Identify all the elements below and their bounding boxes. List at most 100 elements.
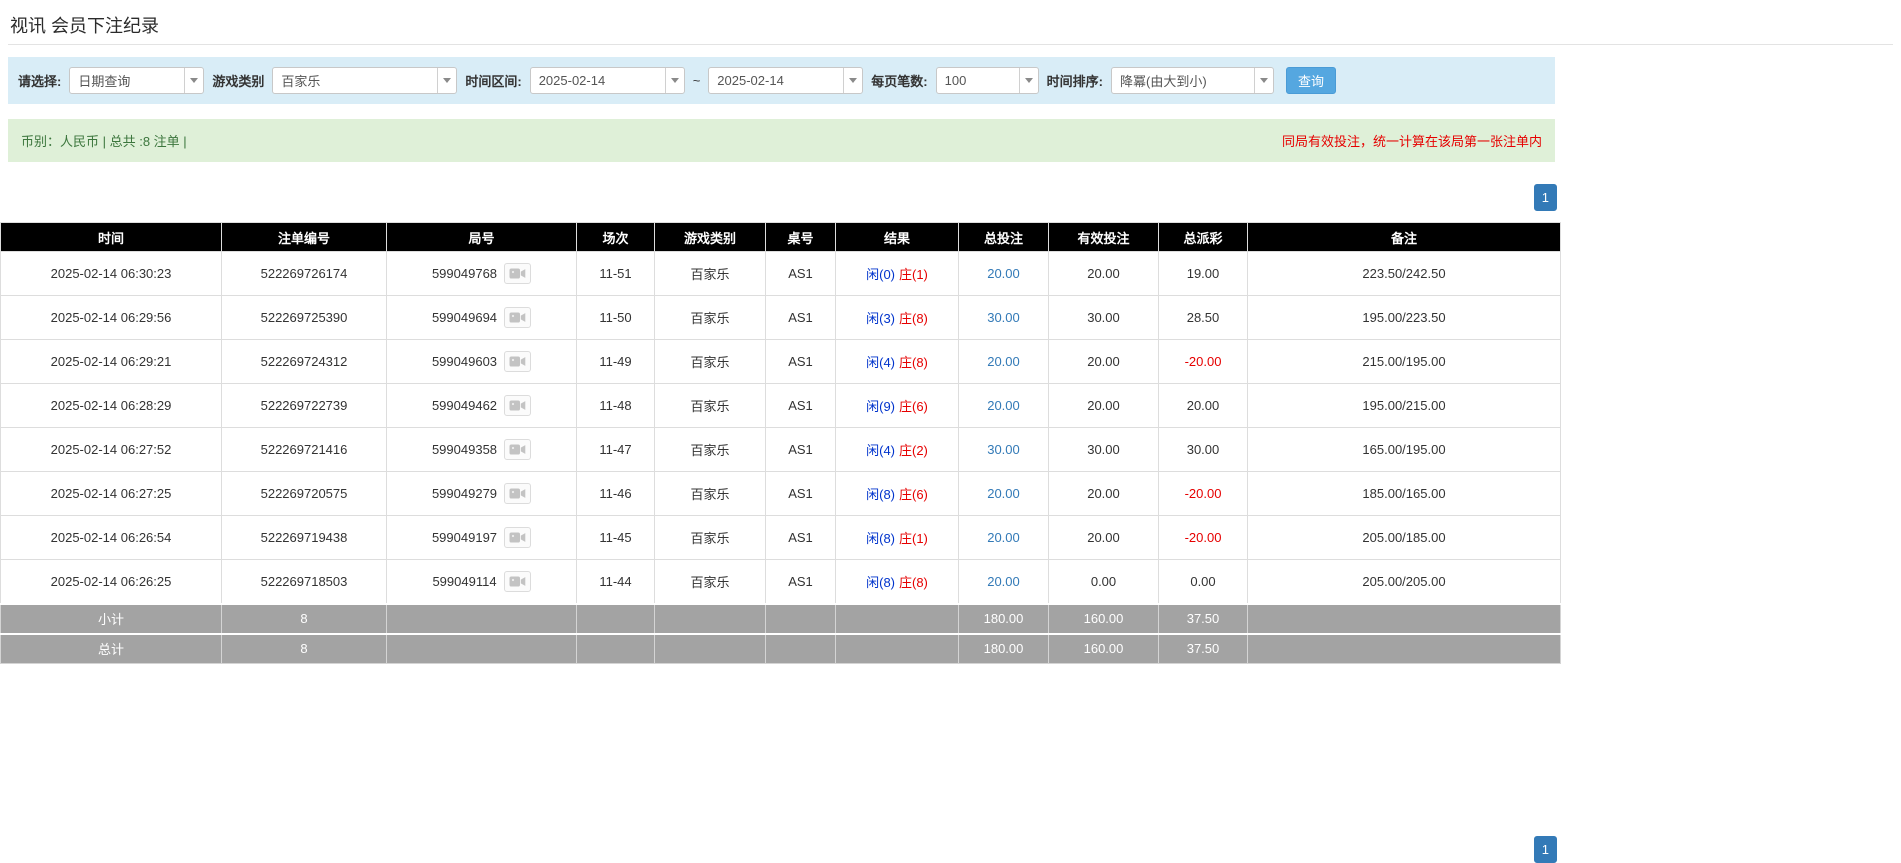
cell-result: 闲(8) 庄(6) bbox=[835, 471, 959, 516]
summary-currency-count: 币别：人民币 | 总共 :8 注单 | bbox=[21, 134, 187, 149]
pagination-page-1[interactable]: 1 bbox=[1533, 836, 1557, 863]
video-replay-icon[interactable] bbox=[503, 570, 531, 592]
subtotal-row-cell: 37.50 bbox=[1158, 602, 1248, 634]
result-banker: 庄(1) bbox=[899, 267, 928, 282]
cell-payout: 0.00 bbox=[1158, 559, 1248, 604]
cell-total-bet: 20.00 bbox=[958, 383, 1049, 428]
round-id-text: 599049114 bbox=[432, 573, 497, 589]
cell-bet-id: 522269724312 bbox=[221, 339, 387, 384]
cell-game-type: 百家乐 bbox=[654, 295, 766, 340]
cell-round-id: 599049768 bbox=[386, 251, 577, 296]
cell-payout: 28.50 bbox=[1158, 295, 1248, 340]
round-id-text: 599049462 bbox=[431, 398, 498, 413]
subtotal-row-cell bbox=[576, 602, 655, 634]
total-bet-link[interactable]: 30.00 bbox=[987, 442, 1020, 457]
result-player: 闲(0) bbox=[866, 267, 895, 282]
round-id-text: 599049768 bbox=[431, 266, 498, 281]
cell-session: 11-50 bbox=[576, 295, 655, 340]
cell-game-type: 百家乐 bbox=[654, 251, 766, 296]
result-player: 闲(9) bbox=[866, 399, 895, 414]
grand-total-row-cell bbox=[1247, 632, 1561, 664]
cell-total-bet: 20.00 bbox=[958, 559, 1049, 604]
cell-result: 闲(4) 庄(8) bbox=[835, 339, 959, 384]
cell-table-no: AS1 bbox=[765, 515, 836, 560]
query-type-value: 日期查询 bbox=[78, 74, 131, 89]
grand-total-row-cell: 37.50 bbox=[1158, 632, 1248, 664]
video-replay-icon[interactable] bbox=[504, 527, 532, 548]
result-player: 闲(8) bbox=[866, 574, 895, 590]
date-from-select[interactable]: 2025-02-14 bbox=[529, 67, 685, 94]
total-bet-link[interactable]: 30.00 bbox=[987, 310, 1020, 325]
video-replay-icon[interactable] bbox=[504, 439, 532, 460]
page-size-select[interactable]: 100 bbox=[935, 67, 1039, 94]
cell-payout: -20.00 bbox=[1158, 339, 1248, 384]
cell-game-type: 百家乐 bbox=[654, 427, 766, 472]
title-divider bbox=[8, 44, 1893, 45]
table-row: 2025-02-14 06:30:23 522269726174 599049768… bbox=[0, 251, 1561, 296]
cell-table-no: AS1 bbox=[765, 383, 836, 428]
pagination-page-1[interactable]: 1 bbox=[1533, 184, 1557, 211]
sort-label: 时间排序: bbox=[1046, 74, 1103, 89]
grand-total-row-cell bbox=[765, 632, 836, 664]
sort-select[interactable]: 降冪(由大到小) bbox=[1110, 67, 1274, 94]
chevron-down-icon bbox=[184, 68, 203, 93]
total-bet-link[interactable]: 20.00 bbox=[987, 354, 1020, 369]
cell-payout: 30.00 bbox=[1158, 427, 1248, 472]
cell-table-no: AS1 bbox=[765, 295, 836, 340]
cell-remark: 195.00/215.00 bbox=[1247, 383, 1561, 428]
video-replay-icon[interactable] bbox=[504, 483, 532, 504]
game-type-value: 百家乐 bbox=[281, 74, 321, 89]
cell-round-id: 599049197 bbox=[386, 515, 577, 560]
cell-bet-id: 522269726174 bbox=[221, 251, 387, 296]
cell-remark: 165.00/195.00 bbox=[1247, 427, 1561, 472]
cell-payout: -20.00 bbox=[1158, 471, 1248, 516]
filter-bar: 请选择: 日期查询 游戏类别 百家乐 时间区间: 2025-02-14 ~ 20… bbox=[8, 57, 1555, 104]
date-to-select[interactable]: 2025-02-14 bbox=[708, 67, 864, 94]
cell-result: 闲(8) 庄(8) bbox=[835, 559, 959, 604]
search-button[interactable]: 查询 bbox=[1285, 67, 1336, 94]
video-replay-icon[interactable] bbox=[504, 307, 532, 328]
pagination-bottom: 1 bbox=[0, 836, 1557, 863]
subtotal-row-cell bbox=[386, 602, 577, 634]
cell-session: 11-45 bbox=[576, 515, 655, 560]
video-replay-icon[interactable] bbox=[504, 395, 532, 416]
cell-round-id: 599049694 bbox=[386, 295, 577, 340]
cell-game-type: 百家乐 bbox=[654, 383, 766, 428]
query-type-select[interactable]: 日期查询 bbox=[69, 67, 205, 94]
subtotal-row-cell bbox=[835, 602, 959, 634]
cell-time: 2025-02-14 06:26:25 bbox=[0, 559, 222, 604]
game-type-select[interactable]: 百家乐 bbox=[272, 67, 458, 94]
cell-game-type: 百家乐 bbox=[654, 559, 766, 604]
summary-bar: 币别：人民币 | 总共 :8 注单 | 同局有效投注，统一计算在该局第一张注单内 bbox=[8, 119, 1555, 162]
cell-table-no: AS1 bbox=[765, 339, 836, 384]
cell-bet-id: 522269722739 bbox=[221, 383, 387, 428]
round-id-text: 599049694 bbox=[431, 310, 498, 325]
grand-total-row-cell bbox=[576, 632, 655, 664]
total-bet-link[interactable]: 20.00 bbox=[987, 530, 1020, 545]
result-banker: 庄(6) bbox=[899, 487, 928, 502]
column-header: 注单编号 bbox=[221, 222, 387, 252]
total-bet-link[interactable]: 20.00 bbox=[987, 266, 1020, 281]
cell-round-id: 599049114 bbox=[386, 559, 577, 604]
result-player: 闲(3) bbox=[866, 311, 895, 326]
cell-total-bet: 30.00 bbox=[958, 427, 1049, 472]
total-bet-link[interactable]: 20.00 bbox=[987, 574, 1020, 589]
cell-round-id: 599049603 bbox=[386, 339, 577, 384]
round-id-text: 599049358 bbox=[431, 442, 498, 457]
chevron-down-icon bbox=[664, 68, 684, 93]
total-bet-link[interactable]: 20.00 bbox=[987, 398, 1020, 413]
subtotal-row-cell: 160.00 bbox=[1048, 602, 1159, 634]
query-type-label: 请选择: bbox=[18, 74, 62, 89]
cell-result: 闲(4) 庄(2) bbox=[835, 427, 959, 472]
result-player: 闲(4) bbox=[866, 443, 895, 458]
round-id-text: 599049197 bbox=[431, 530, 498, 545]
video-replay-icon[interactable] bbox=[504, 351, 532, 372]
cell-session: 11-51 bbox=[576, 251, 655, 296]
grand-total-row-cell: 8 bbox=[221, 632, 387, 664]
total-bet-link[interactable]: 20.00 bbox=[987, 486, 1020, 501]
table-row: 2025-02-14 06:27:52 522269721416 599049358… bbox=[0, 427, 1561, 472]
result-banker: 庄(8) bbox=[899, 311, 928, 326]
grand-total-row: 总计 8 180.00 160.00 37.50 bbox=[0, 632, 1561, 664]
video-replay-icon[interactable] bbox=[504, 263, 532, 284]
cell-session: 11-49 bbox=[576, 339, 655, 384]
